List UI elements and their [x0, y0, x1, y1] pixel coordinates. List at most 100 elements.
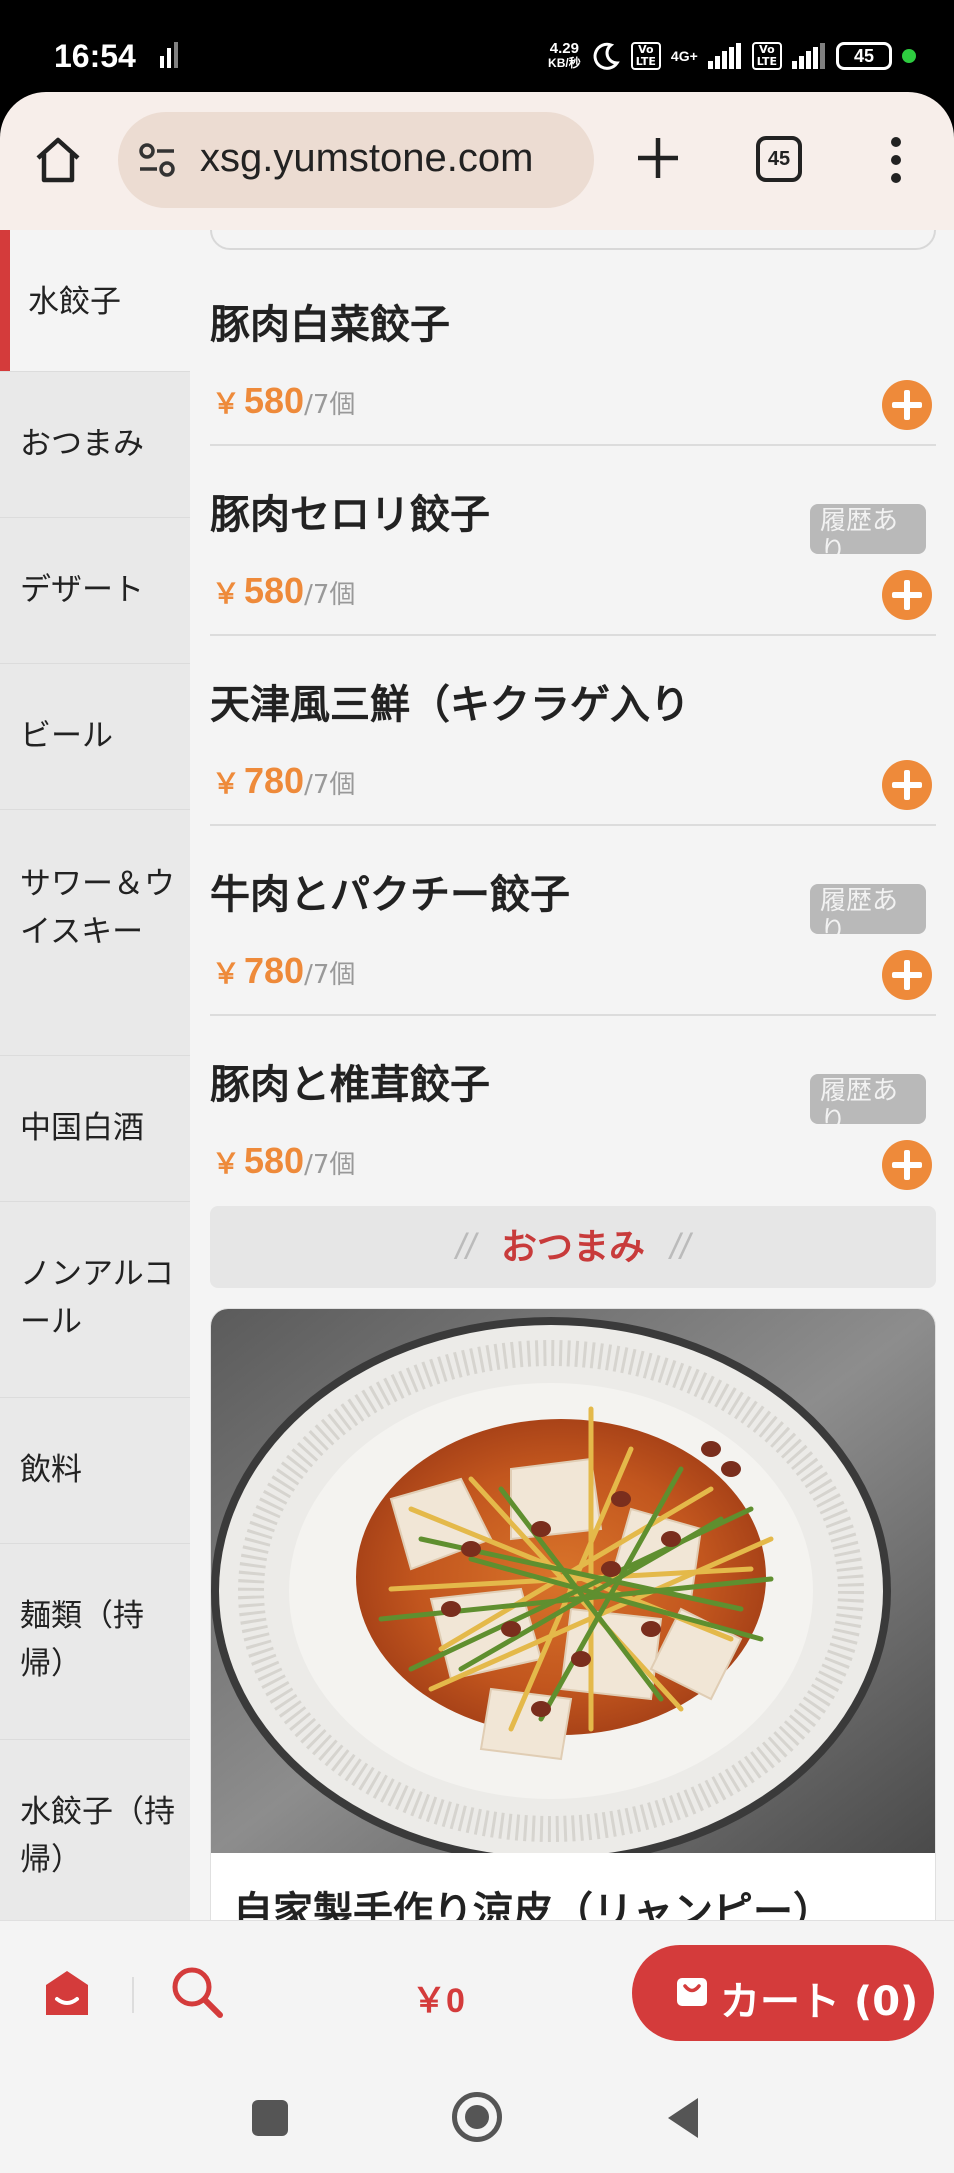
history-badge: 履歴あり: [810, 504, 926, 554]
volte-badge: Vo LTE: [630, 42, 661, 70]
price-value: 580: [244, 380, 305, 421]
activity-icon: [160, 42, 178, 68]
cart-button[interactable]: カート (0): [632, 1945, 934, 2041]
section-title: おつまみ: [500, 1227, 645, 1268]
sidebar-item-label: ビール: [20, 718, 113, 754]
menu-item[interactable]: 豚肉白菜餃子 ￥ 580/7個: [210, 256, 936, 446]
sidebar-item-non-alcohol[interactable]: ノンアルコール: [0, 1202, 190, 1398]
home-icon[interactable]: [32, 134, 84, 186]
menu-list: 豚肉白菜餃子 ￥ 580/7個 豚肉セロリ餃子 履歴あり ￥ 580/7個 天津風三…: [210, 230, 936, 1920]
tab-switcher-button[interactable]: 45: [756, 136, 802, 182]
signal-icon: [707, 43, 741, 69]
food-photo: [211, 1309, 935, 1853]
item-name: 豚肉と椎茸餃子: [210, 1062, 490, 1108]
price-value: 580: [244, 570, 305, 611]
address-bar[interactable]: xsg.yumstone.com: [118, 112, 594, 208]
section-decoration-right: //: [670, 1226, 691, 1267]
sidebar-item-sour-whisky[interactable]: サワー＆ウイスキー: [0, 810, 190, 1056]
sidebar-item-beer[interactable]: ビール: [0, 664, 190, 810]
currency-symbol: ￥: [212, 958, 241, 989]
add-to-cart-button[interactable]: [882, 950, 932, 1000]
bag-icon: [677, 1978, 707, 2006]
clock: 16:54: [54, 38, 136, 74]
price-unit: /7個: [304, 580, 356, 610]
system-nav-bar: [0, 2068, 954, 2173]
add-to-cart-button[interactable]: [882, 570, 932, 620]
item-price: ￥ 780/7個: [212, 950, 355, 992]
net-speed: 4.29 KB/秒: [548, 41, 581, 71]
item-price: ￥ 580/7個: [212, 380, 355, 422]
item-name: 天津風三鮮（キクラゲ入り: [210, 682, 690, 728]
price-value: 780: [244, 950, 305, 991]
battery-icon: 45: [836, 42, 892, 70]
currency-symbol: ￥: [212, 578, 241, 609]
currency-symbol: ￥: [212, 388, 241, 419]
currency-symbol: ￥: [212, 768, 241, 799]
currency-symbol: ￥: [212, 1148, 241, 1179]
net-speed-unit: KB/秒: [548, 56, 581, 70]
price-unit: /7個: [304, 390, 356, 420]
sidebar-item-label: 水餃子: [28, 284, 121, 320]
new-tab-icon[interactable]: [632, 132, 684, 184]
price-value: 780: [244, 760, 305, 801]
browser-toolbar: xsg.yumstone.com 45: [0, 92, 954, 230]
sidebar-item-label: デザート: [20, 572, 144, 608]
more-menu-icon[interactable]: [886, 134, 906, 186]
featured-item-name: 自家製手作り涼皮（リャンピー）: [233, 1889, 833, 1920]
price-unit: /7個: [304, 960, 356, 990]
sidebar-item-dessert[interactable]: デザート: [0, 518, 190, 664]
sidebar-item-label: 麺類（持帰）: [20, 1598, 144, 1682]
previous-card-edge: [210, 230, 936, 250]
url-text[interactable]: xsg.yumstone.com: [200, 136, 533, 181]
category-sidebar: 水餃子 おつまみ デザート ビール サワー＆ウイスキー 中国白酒 ノンアルコール…: [0, 230, 190, 1920]
site-settings-icon[interactable]: [138, 142, 176, 178]
sidebar-item-label: 飲料: [20, 1452, 82, 1488]
cart-total: ￥0: [412, 1982, 465, 2020]
history-badge: 履歴あり: [810, 1074, 926, 1124]
sidebar-item-label: ノンアルコール: [20, 1256, 175, 1340]
price-unit: /7個: [304, 770, 356, 800]
signal-icon-2: [792, 43, 825, 69]
sidebar-item-suigyoza-takeout[interactable]: 水餃子（持帰）: [0, 1740, 190, 1920]
status-icons: 4.29 KB/秒 Vo LTE 4G+ Vo LTE 45: [548, 38, 916, 74]
add-to-cart-button[interactable]: [882, 380, 932, 430]
recents-icon[interactable]: [252, 2100, 288, 2136]
status-bar: 16:54 4.29 KB/秒 Vo LTE 4G+ Vo LTE 45: [0, 0, 954, 92]
menu-item[interactable]: 豚肉セロリ餃子 履歴あり ￥ 580/7個: [210, 446, 936, 636]
back-icon[interactable]: [666, 2096, 700, 2140]
price-value: 580: [244, 1140, 305, 1181]
item-name: 豚肉白菜餃子: [210, 302, 450, 348]
menu-item[interactable]: 牛肉とパクチー餃子 履歴あり ￥ 780/7個: [210, 826, 936, 1016]
privacy-dot: [902, 49, 916, 63]
menu-item[interactable]: 天津風三鮮（キクラゲ入り ￥ 780/7個: [210, 636, 936, 826]
sidebar-item-drinks[interactable]: 飲料: [0, 1398, 190, 1544]
menu-item[interactable]: 豚肉と椎茸餃子 履歴あり ￥ 580/7個: [210, 1016, 936, 1206]
price-unit: /7個: [304, 1150, 356, 1180]
item-name: 豚肉セロリ餃子: [210, 492, 490, 538]
sidebar-item-label: 水餃子（持帰）: [20, 1794, 175, 1878]
section-decoration-left: //: [455, 1226, 476, 1267]
add-to-cart-button[interactable]: [882, 1140, 932, 1190]
moon-icon: [593, 42, 620, 70]
bottom-bar: ￥0 カート (0): [0, 1920, 954, 2068]
sidebar-item-baijiu[interactable]: 中国白酒: [0, 1056, 190, 1202]
sidebar-item-label: 中国白酒: [20, 1110, 144, 1146]
item-price: ￥ 580/7個: [212, 1140, 355, 1182]
sidebar-item-label: おつまみ: [20, 426, 144, 462]
sidebar-item-noodles-takeout[interactable]: 麺類（持帰）: [0, 1544, 190, 1740]
featured-menu-card[interactable]: 自家製手作り涼皮（リャンピー）: [210, 1308, 936, 1920]
history-badge: 履歴あり: [810, 884, 926, 934]
divider: [132, 1977, 134, 2013]
volte-badge-2: Vo LTE: [751, 42, 782, 70]
sidebar-item-label: サワー＆ウイスキー: [20, 866, 175, 950]
add-to-cart-button[interactable]: [882, 760, 932, 810]
page-content: 水餃子 おつまみ デザート ビール サワー＆ウイスキー 中国白酒 ノンアルコール…: [0, 230, 954, 1920]
sidebar-item-suigyoza[interactable]: 水餃子: [0, 230, 190, 372]
network-type: 4G+: [670, 48, 698, 64]
home-nav-icon[interactable]: [452, 2092, 502, 2142]
sidebar-item-otsumami[interactable]: おつまみ: [0, 372, 190, 518]
item-price: ￥ 780/7個: [212, 760, 355, 802]
search-icon[interactable]: [170, 1965, 224, 2019]
shop-home-icon[interactable]: [42, 1969, 92, 2017]
section-header: // おつまみ //: [210, 1206, 936, 1288]
